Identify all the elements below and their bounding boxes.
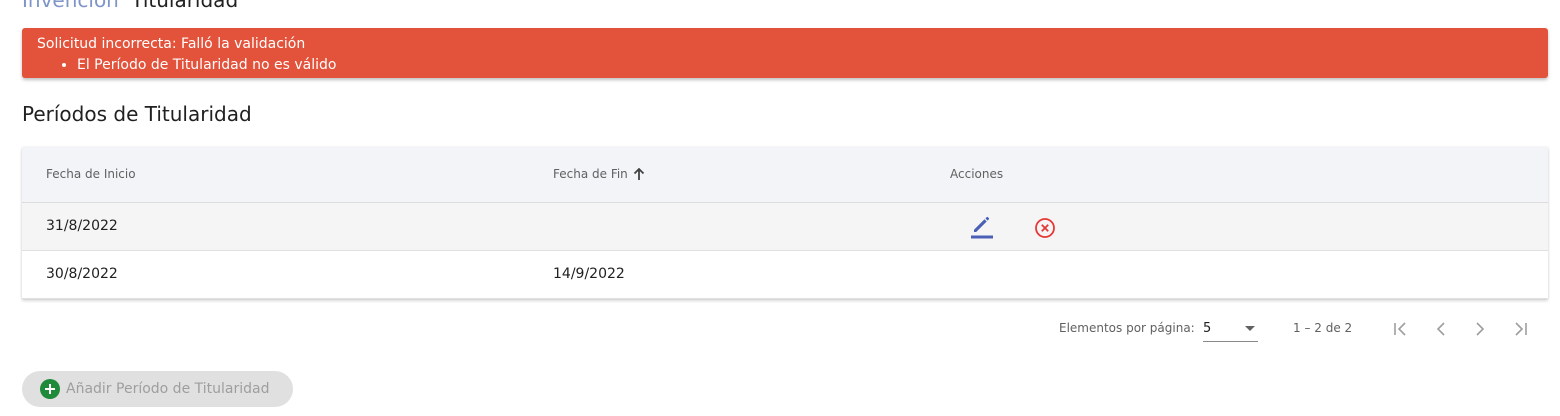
cancel-circle-icon [1035, 218, 1055, 238]
section-title: Períodos de Titularidad [22, 102, 252, 126]
prev-page-button[interactable] [1430, 318, 1452, 340]
delete-button[interactable] [1031, 214, 1059, 242]
cell-fecha-inicio: 30/8/2022 [46, 266, 118, 282]
page-range: 1 – 2 de 2 [1293, 321, 1353, 335]
breadcrumb-parent-link[interactable]: Invención [22, 0, 119, 12]
column-header-inicio[interactable]: Fecha de Inicio [46, 167, 136, 181]
column-header-acciones: Acciones [950, 167, 1004, 181]
last-page-button[interactable] [1509, 318, 1531, 340]
last-page-icon [1515, 322, 1527, 336]
paginator: Elementos por página: 5 1 – 2 de 2 [0, 310, 1560, 350]
add-period-label: Añadir Período de Titularidad [66, 381, 270, 397]
alert-list: El Período de Titularidad no es válido [37, 55, 1533, 76]
alert-item: El Período de Titularidad no es válido [77, 55, 1533, 76]
edit-button[interactable] [968, 213, 996, 241]
add-period-button[interactable]: Añadir Período de Titularidad [22, 371, 293, 407]
table-row: 31/8/2022 [22, 203, 1548, 251]
table-header: Fecha de Inicio Fecha de Fin Acciones [22, 147, 1548, 203]
alert-title: Solicitud incorrecta: Falló la validació… [37, 36, 306, 52]
first-page-button[interactable] [1390, 318, 1412, 340]
cell-fecha-inicio: 31/8/2022 [46, 218, 118, 234]
chevron-down-icon [1245, 326, 1255, 331]
page-size-label: Elementos por página: [1059, 321, 1195, 335]
prev-page-icon [1436, 322, 1445, 336]
add-circle-icon [40, 379, 60, 399]
table-row: 30/8/2022 14/9/2022 [22, 251, 1548, 299]
breadcrumb: Invención Titularidad [22, 0, 238, 12]
column-header-fin[interactable]: Fecha de Fin [553, 167, 645, 181]
page-size-select[interactable]: 5 [1203, 318, 1258, 342]
page-size-value: 5 [1203, 321, 1212, 336]
periods-table: Fecha de Inicio Fecha de Fin Acciones 31… [22, 147, 1548, 299]
edit-icon [971, 216, 993, 239]
cell-fecha-fin: 14/9/2022 [553, 266, 625, 282]
next-page-icon [1476, 322, 1485, 336]
next-page-button[interactable] [1469, 318, 1491, 340]
breadcrumb-current: Titularidad [131, 0, 239, 12]
arrow-up-icon [633, 167, 644, 180]
error-alert: Solicitud incorrecta: Falló la validació… [22, 28, 1548, 78]
first-page-icon [1394, 322, 1406, 336]
